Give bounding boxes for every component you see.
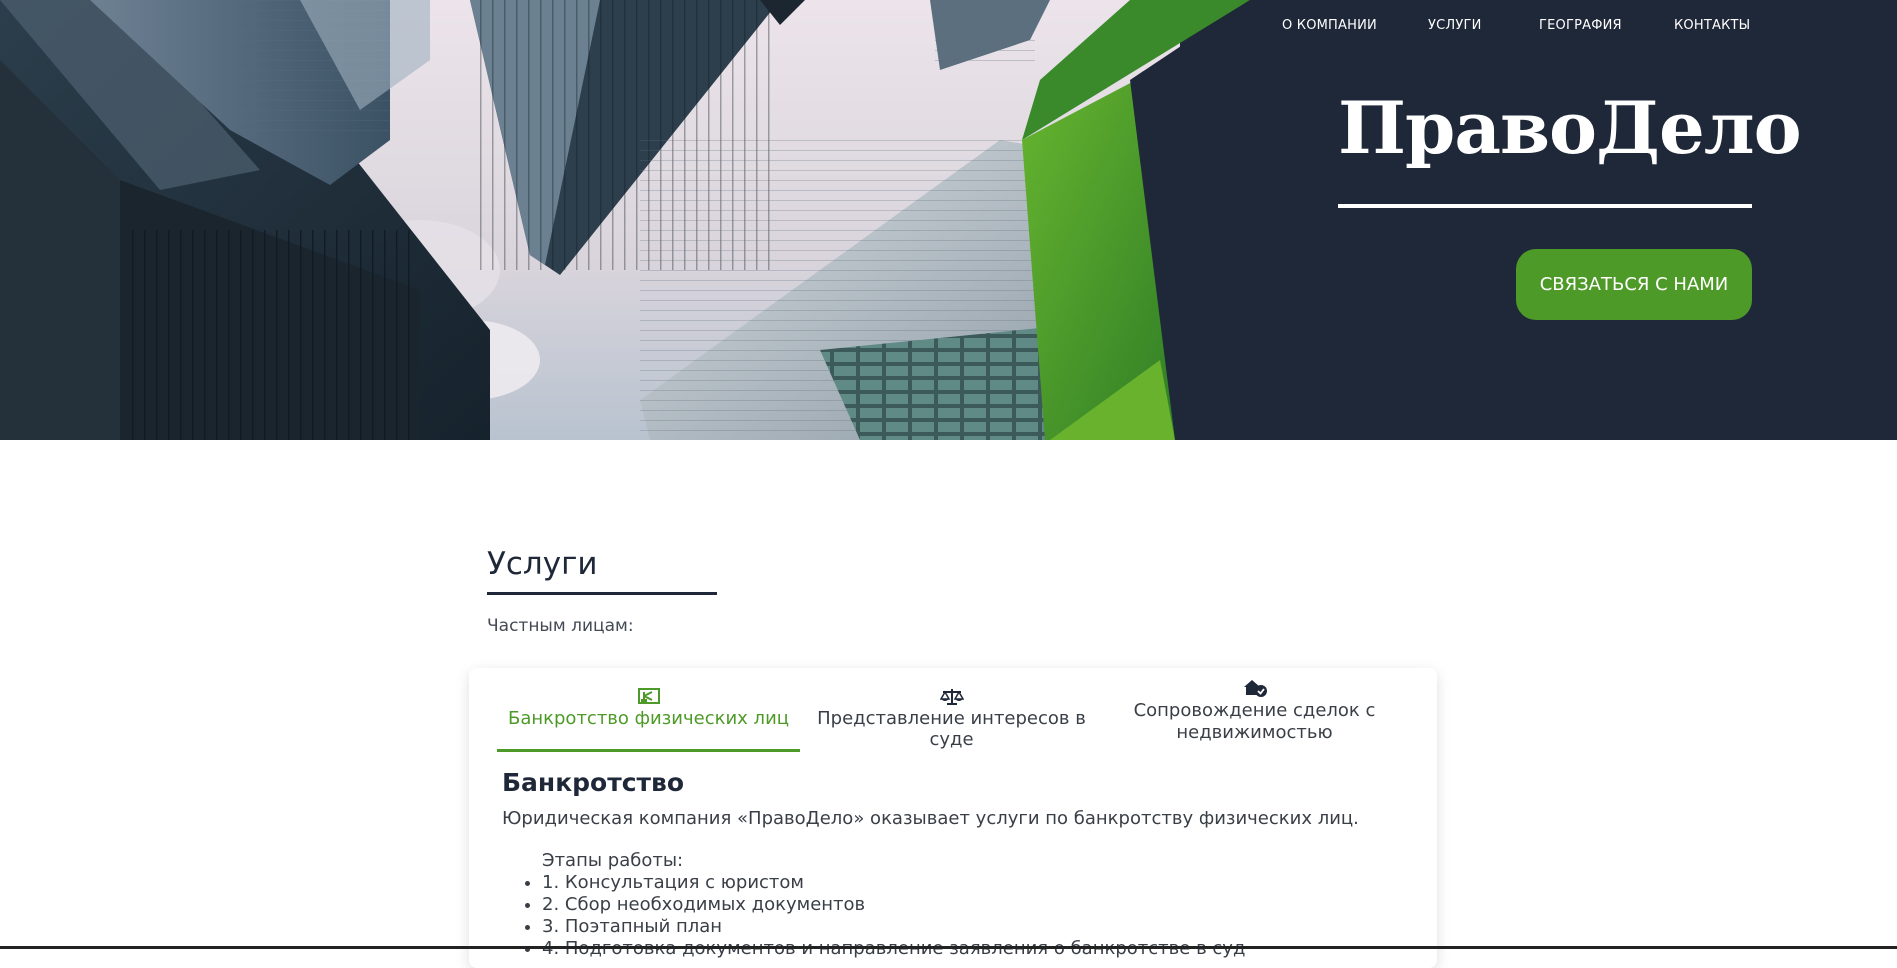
panel-description: Юридическая компания «ПравоДело» оказыва… xyxy=(502,808,1359,829)
services-tabs-card: Банкротство физических лиц Представление… xyxy=(469,668,1437,968)
brand-underline xyxy=(1338,204,1752,208)
hero-skyscrapers-image xyxy=(0,0,1897,440)
list-item: 2. Сбор необходимых документов xyxy=(542,894,1245,916)
scales-icon xyxy=(939,689,964,705)
brand-logo-text: ПравоДело xyxy=(1338,85,1802,170)
tab-bankruptcy-label: Банкротство физических лиц xyxy=(507,708,790,729)
nav-services-link[interactable]: УСЛУГИ xyxy=(1428,18,1482,33)
tab-bankruptcy[interactable]: Банкротство физических лиц xyxy=(497,668,800,752)
house-check-icon xyxy=(1243,680,1267,697)
nav-about-link[interactable]: О КОМПАНИИ xyxy=(1282,18,1377,33)
active-tab-indicator xyxy=(497,749,800,752)
tab-court-label: Представление интересов в суде xyxy=(817,708,1086,750)
nav-geography-link[interactable]: ГЕОГРАФИЯ xyxy=(1539,18,1622,33)
panel-title: Банкротство xyxy=(502,768,685,797)
hero-section: О КОМПАНИИ УСЛУГИ ГЕОГРАФИЯ КОНТАКТЫ Пра… xyxy=(0,0,1897,440)
services-heading: Услуги xyxy=(487,546,598,582)
nav-contacts-link[interactable]: КОНТАКТЫ xyxy=(1674,18,1750,33)
tab-real-estate-label: Сопровождение сделок с недвижимостью xyxy=(1133,700,1376,743)
steps-title: Этапы работы: xyxy=(542,850,684,871)
list-item: 4. Подготовка документов и направление з… xyxy=(542,938,1245,960)
money-icon xyxy=(637,688,660,704)
tab-court-representation[interactable]: Представление интересов в суде xyxy=(800,668,1103,752)
list-item: 1. Консультация с юристом xyxy=(542,872,1245,894)
services-heading-underline xyxy=(487,592,717,595)
tab-real-estate[interactable]: Сопровождение сделок с недвижимостью xyxy=(1103,668,1406,752)
list-item: 3. Поэтапный план xyxy=(542,916,1245,938)
services-subtitle: Частным лицам: xyxy=(487,616,634,636)
contact-us-button[interactable]: СВЯЗАТЬСЯ С НАМИ xyxy=(1516,249,1752,320)
